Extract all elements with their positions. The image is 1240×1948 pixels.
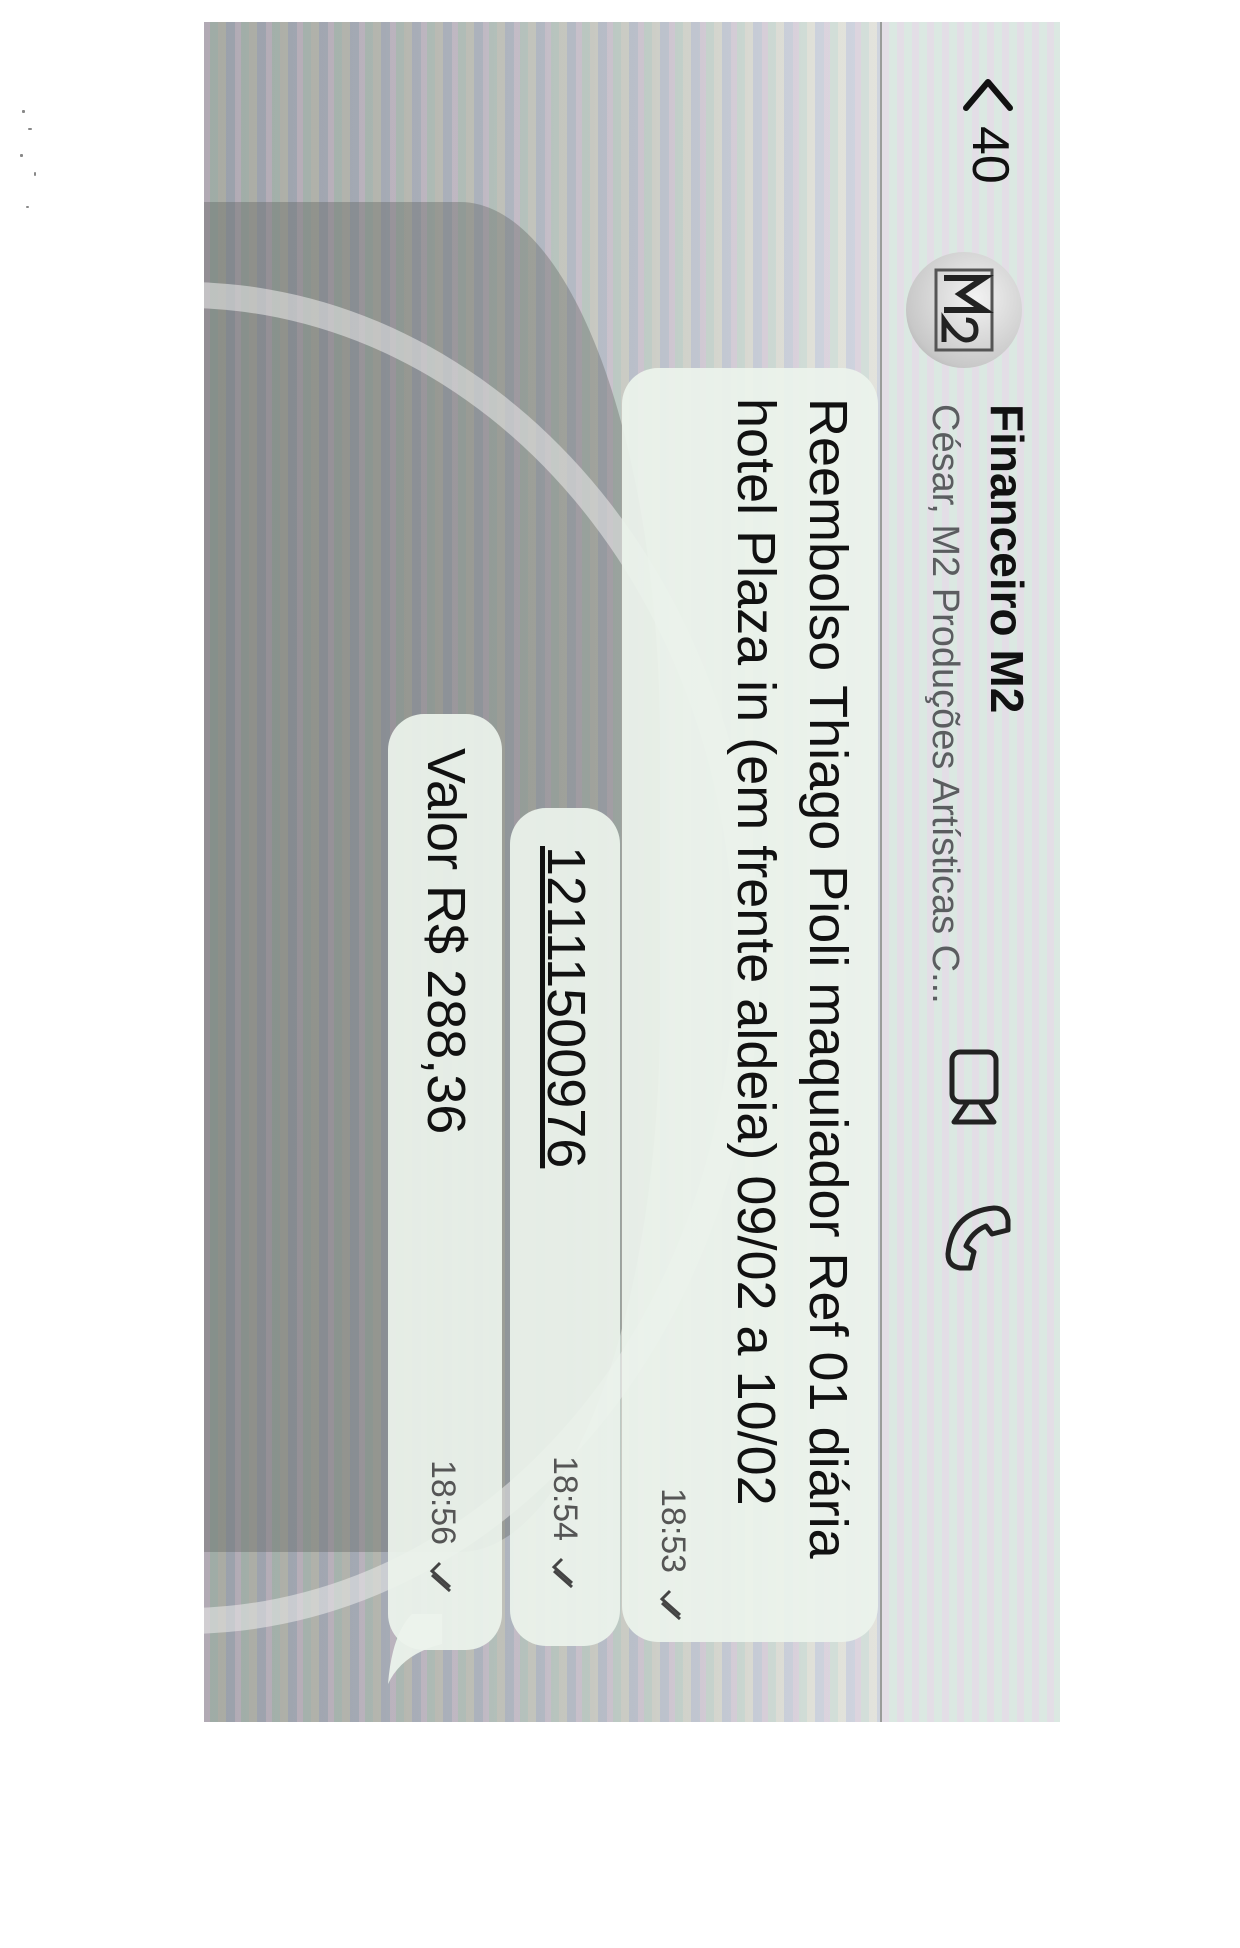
bubble-tail: [388, 1614, 442, 1684]
phone-number-link[interactable]: 12111500976: [530, 846, 602, 1168]
outgoing-message[interactable]: Valor R$ 288,36 18:56: [388, 714, 502, 1684]
scanned-page: 40 Financeiro M2 César, M2 Produções Art…: [0, 0, 1240, 1948]
outgoing-message[interactable]: Reembolso Thiago Pioli maquiador Ref 01 …: [622, 368, 878, 1642]
group-avatar[interactable]: [906, 252, 1022, 368]
chat-title[interactable]: Financeiro M2: [980, 404, 1034, 713]
back-chevron-icon[interactable]: [960, 68, 1016, 124]
message-time: 18:56: [423, 1460, 462, 1601]
chat-screen: 40 Financeiro M2 César, M2 Produções Art…: [204, 22, 1060, 1722]
outgoing-message[interactable]: 12111500976 18:54: [510, 808, 620, 1646]
double-check-icon: [551, 1557, 573, 1588]
message-time: 18:54: [545, 1456, 584, 1597]
chat-header: 40 Financeiro M2 César, M2 Produções Art…: [880, 22, 1060, 1722]
message-text: Reembolso Thiago Pioli maquiador Ref 01 …: [726, 398, 858, 1559]
video-call-icon[interactable]: [944, 1048, 1004, 1126]
scan-specks: [20, 110, 50, 220]
message-timestamp: 18:56: [424, 1460, 462, 1546]
double-check-icon: [429, 1561, 451, 1592]
chat-screenshot: 40 Financeiro M2 César, M2 Produções Art…: [204, 22, 1060, 1722]
message-timestamp: 18:53: [654, 1488, 692, 1574]
chat-participants[interactable]: César, M2 Produções Artísticas C...: [923, 404, 966, 1004]
message-timestamp: 18:54: [546, 1456, 584, 1542]
message-text: Valor R$ 288,36: [416, 748, 476, 1135]
phone-call-icon[interactable]: [942, 1202, 1014, 1274]
double-check-icon: [659, 1589, 681, 1620]
unread-count[interactable]: 40: [960, 126, 1020, 184]
message-time: 18:53: [653, 1488, 692, 1629]
m2-logo-icon: [934, 268, 994, 352]
